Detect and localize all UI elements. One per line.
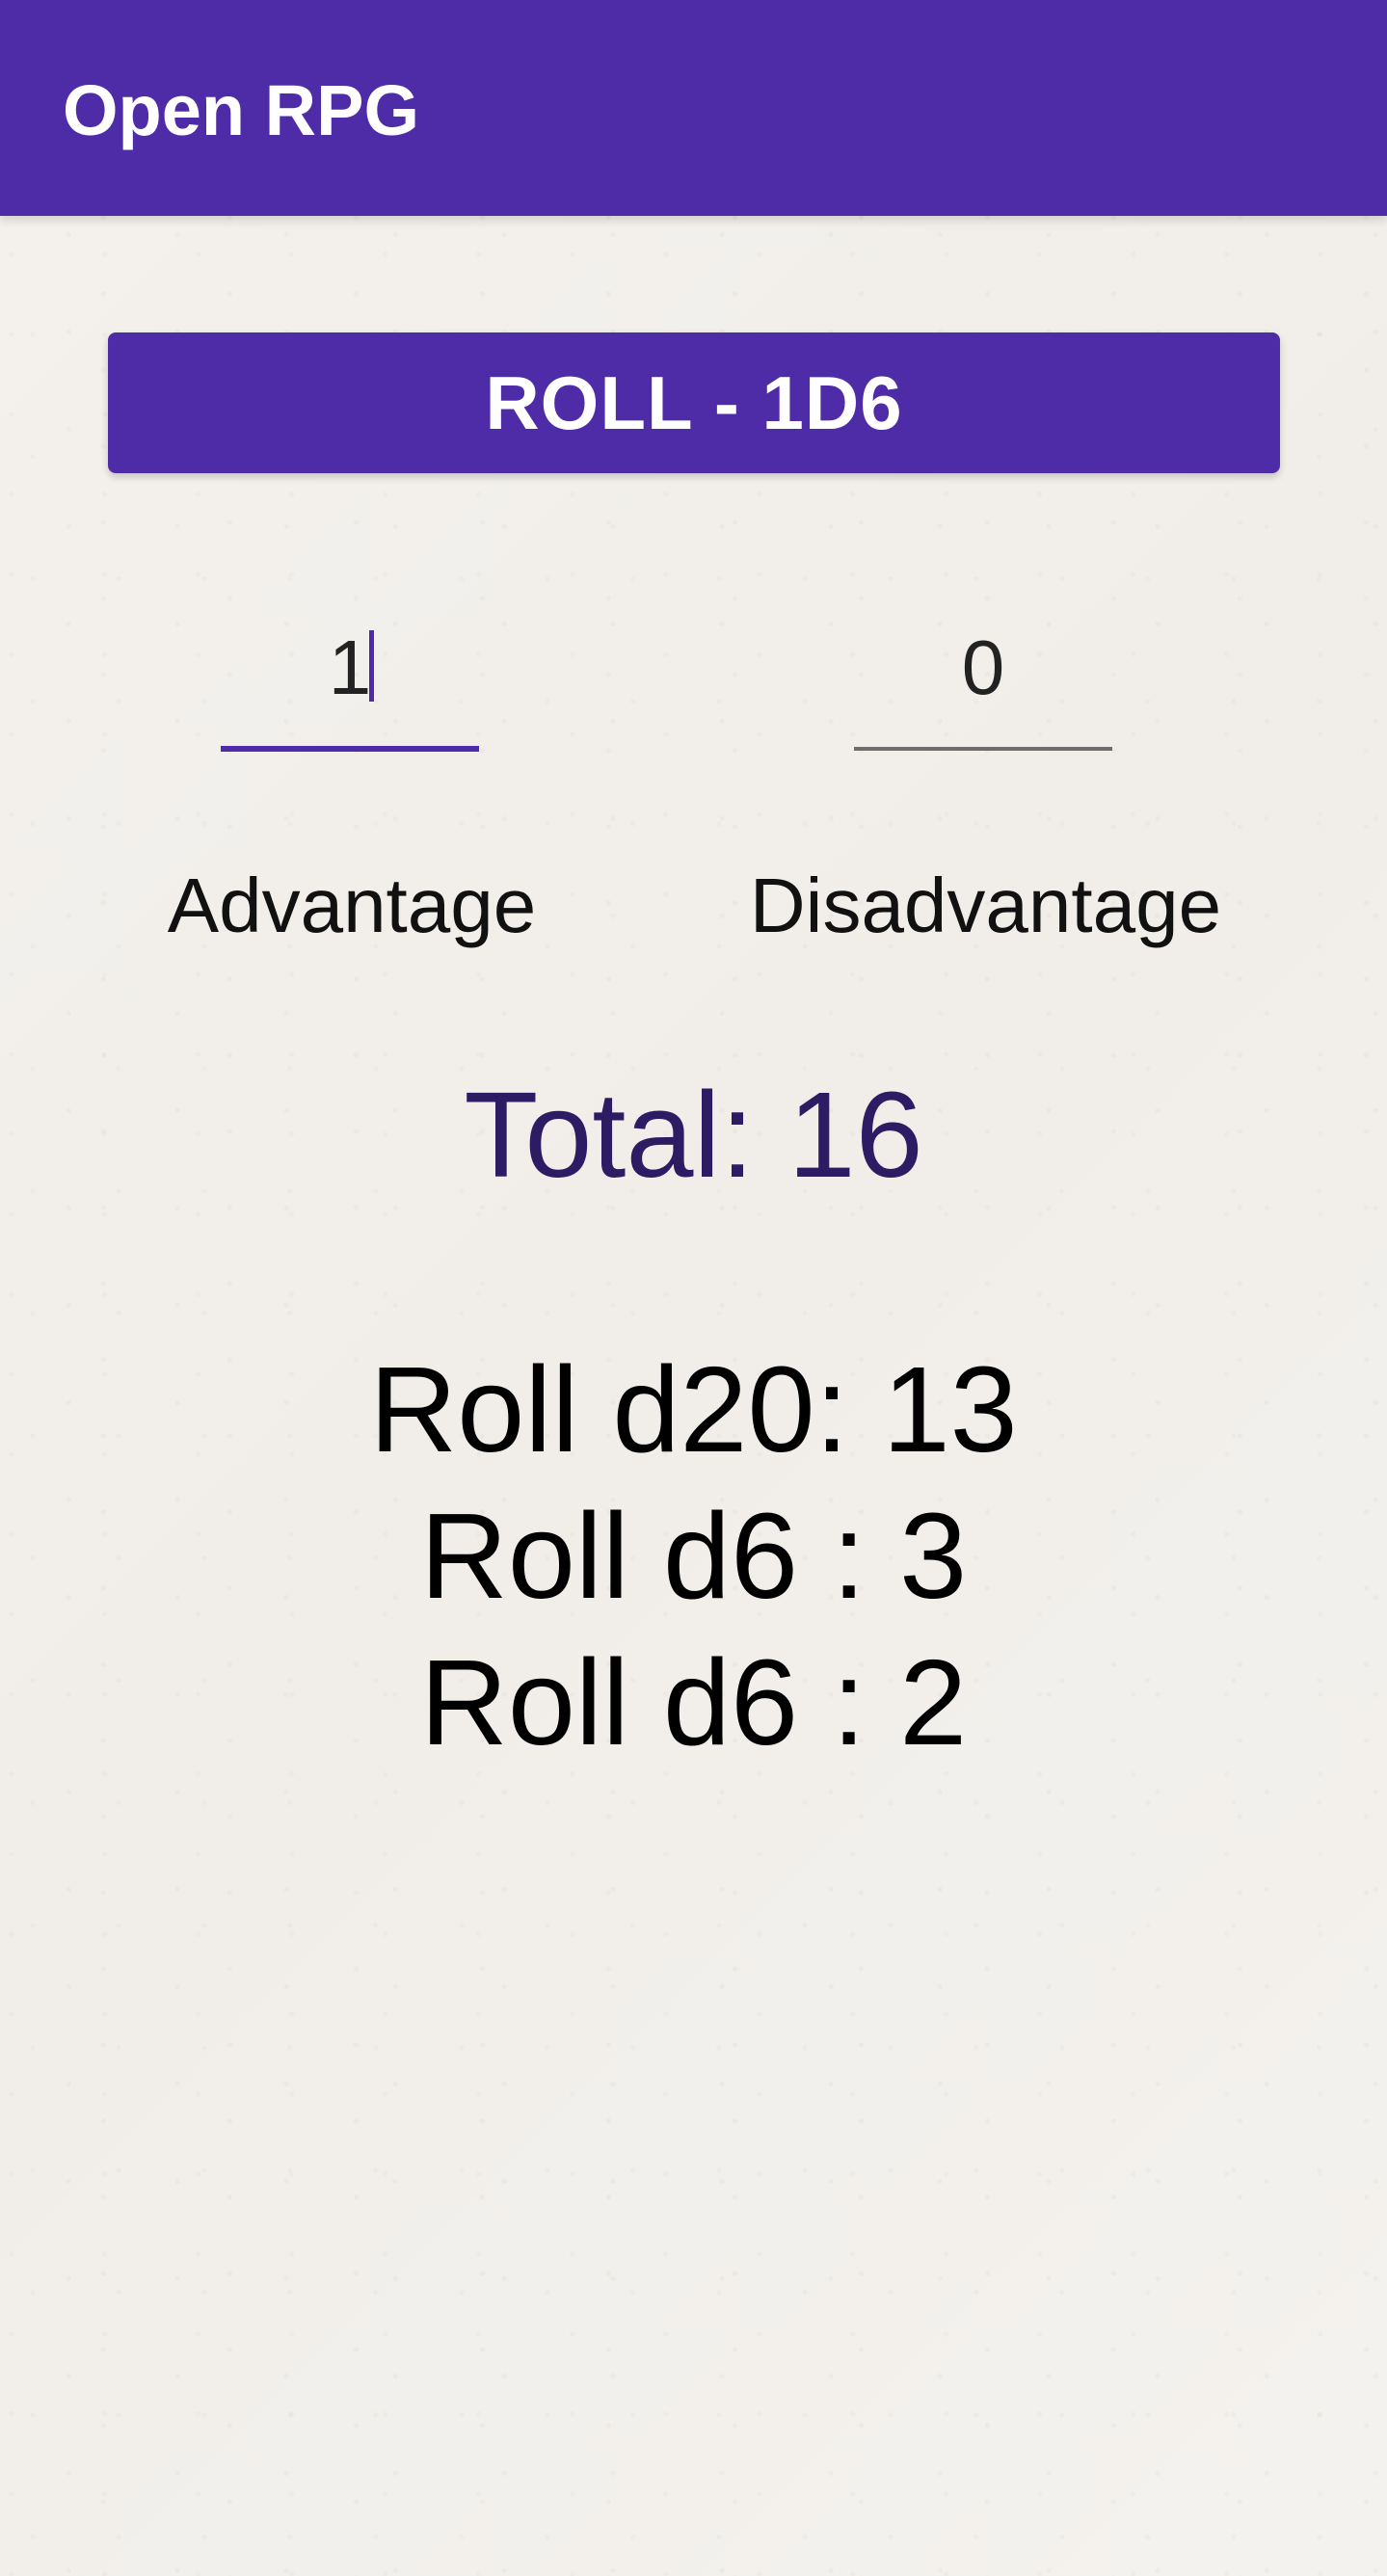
roll-button[interactable]: ROLL - 1D6 bbox=[108, 332, 1280, 473]
advantage-input[interactable] bbox=[221, 620, 479, 716]
roll-result-d6-first: Roll d6 : 3 bbox=[419, 1488, 968, 1624]
advantage-underline bbox=[221, 746, 479, 752]
roll-result-d6-second: Roll d6 : 2 bbox=[419, 1634, 968, 1770]
text-cursor bbox=[369, 630, 374, 702]
total-text: Total: 16 bbox=[464, 1067, 923, 1203]
disadvantage-underline bbox=[854, 747, 1112, 751]
disadvantage-field[interactable] bbox=[854, 620, 1112, 751]
roll-results: Roll d20: 13 Roll d6 : 3 Roll d6 : 2 bbox=[0, 1337, 1387, 1776]
disadvantage-label: Disadvantage bbox=[749, 863, 1222, 948]
app-bar: Open RPG bbox=[0, 0, 1387, 216]
roll-result-d20: Roll d20: 13 bbox=[369, 1341, 1018, 1477]
advantage-field[interactable] bbox=[221, 620, 479, 752]
app-title: Open RPG bbox=[63, 70, 420, 150]
advantage-label: Advantage bbox=[167, 863, 537, 948]
disadvantage-input[interactable] bbox=[854, 620, 1112, 716]
